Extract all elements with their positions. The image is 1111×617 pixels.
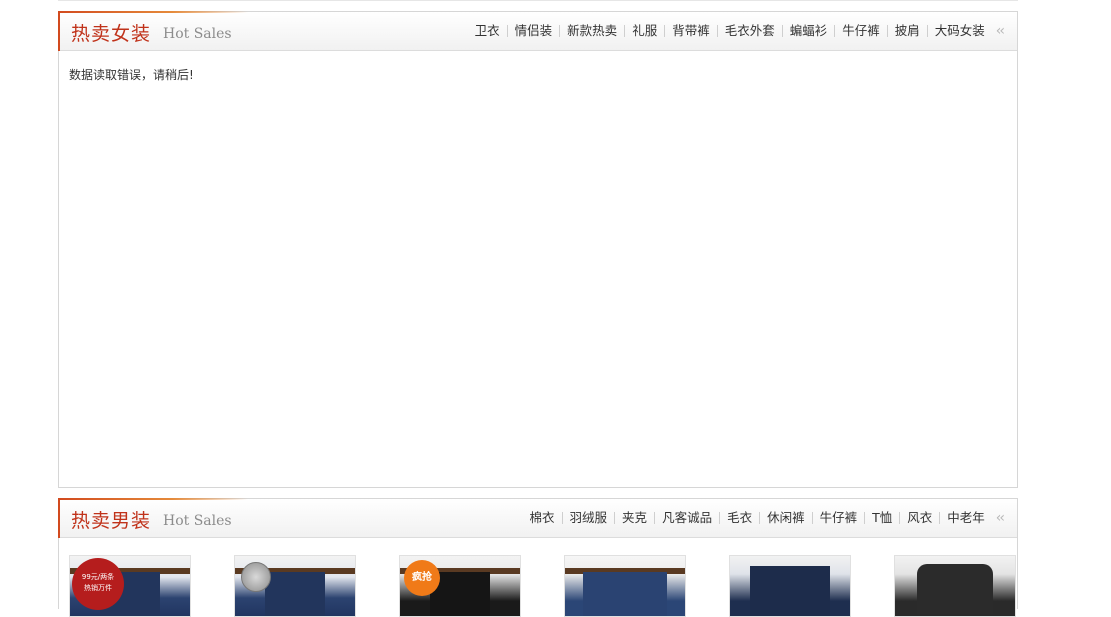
tab-separator [886,25,888,37]
tab-plus-size[interactable]: 大码女装 [930,23,990,39]
tab-separator [926,25,928,37]
panel-subtitle: Hot Sales [163,26,232,42]
header-accent-line [58,11,248,13]
tab-separator [506,25,508,37]
tab-jeans[interactable]: 牛仔裤 [837,23,885,39]
jeans-graphic [265,572,325,616]
tab-new-arrivals[interactable]: 新款热卖 [562,23,622,39]
product-thumbnail-jacket[interactable] [729,555,851,617]
promo-badge-line2: 热销万件 [84,584,112,592]
panel-subtitle: Hot Sales [163,513,232,529]
tab-separator [939,512,941,524]
double-chevron-left-icon[interactable]: ‹‹ [996,23,1005,39]
tab-hoodie[interactable]: 卫衣 [470,23,505,39]
header-accent-left [58,11,60,51]
tab-jacket[interactable]: 夹克 [617,510,652,526]
jacket-graphic [917,564,993,614]
tab-separator [759,512,761,524]
panel-title: 热卖男装 [71,510,152,532]
hot-sales-women-panel: 热卖女装 Hot Sales 卫衣 情侣装 新款热卖 礼服 背带裤 毛衣外套 蝙… [58,11,1018,488]
tab-separator [716,25,718,37]
category-tabs: 卫衣 情侣装 新款热卖 礼服 背带裤 毛衣外套 蝙蝠衫 牛仔裤 披肩 大码女装 … [470,23,1005,39]
tab-casual-pants[interactable]: 休闲裤 [762,510,810,526]
tab-sweater-coat[interactable]: 毛衣外套 [720,23,780,39]
promo-badge: 疯抢 [404,560,440,596]
tab-separator [654,512,656,524]
error-message: 数据读取错误，请稍后! [69,68,194,82]
tab-separator [834,25,836,37]
tab-vancl[interactable]: 凡客诚品 [657,510,717,526]
product-thumbnail-jeans[interactable]: 疯抢 [399,555,521,617]
tab-overalls[interactable]: 背带裤 [667,23,715,39]
product-thumbnail-jacket[interactable] [894,555,1016,617]
product-thumbnails: 99元/两条 热销万件 疯抢 [69,555,1059,617]
promo-badge: 99元/两条 热销万件 [72,558,124,610]
panel-title: 热卖女装 [71,23,152,45]
tab-separator [624,25,626,37]
button-icon [241,562,271,592]
tab-separator [664,25,666,37]
hot-sales-men-panel: 热卖男装 Hot Sales 棉衣 羽绒服 夹克 凡客诚品 毛衣 休闲裤 牛仔裤… [58,498,1018,617]
tab-shawl[interactable]: 披肩 [890,23,925,39]
tab-tshirt[interactable]: T恤 [867,510,897,526]
tab-cotton-coat[interactable]: 棉衣 [525,510,560,526]
tab-separator [899,512,901,524]
tab-jeans[interactable]: 牛仔裤 [815,510,863,526]
tab-separator [561,512,563,524]
tab-sweater[interactable]: 毛衣 [722,510,757,526]
tab-batwing-shirt[interactable]: 蝙蝠衫 [785,23,833,39]
tab-separator [614,512,616,524]
panel-header: 热卖男装 Hot Sales 棉衣 羽绒服 夹克 凡客诚品 毛衣 休闲裤 牛仔裤… [58,498,1017,538]
tab-separator [559,25,561,37]
tab-down-jacket[interactable]: 羽绒服 [565,510,613,526]
top-divider [58,0,1018,1]
promo-badge-line1: 99元/两条 [81,573,115,581]
tab-separator [811,512,813,524]
product-thumbnail-jeans[interactable] [234,555,356,617]
panel-header: 热卖女装 Hot Sales 卫衣 情侣装 新款热卖 礼服 背带裤 毛衣外套 蝙… [58,11,1017,51]
tab-separator [719,512,721,524]
jeans-graphic [583,572,667,616]
product-thumbnail-jeans[interactable]: 99元/两条 热销万件 [69,555,191,617]
tab-separator [781,25,783,37]
tab-middle-aged[interactable]: 中老年 [942,510,990,526]
tab-trench-coat[interactable]: 风衣 [902,510,937,526]
header-accent-line [58,498,248,500]
tab-separator [864,512,866,524]
product-thumbnail-jeans[interactable] [564,555,686,617]
tab-couple-wear[interactable]: 情侣装 [510,23,558,39]
category-tabs: 棉衣 羽绒服 夹克 凡客诚品 毛衣 休闲裤 牛仔裤 T恤 风衣 中老年 ‹‹ [525,510,1006,526]
double-chevron-left-icon[interactable]: ‹‹ [996,510,1005,526]
jacket-graphic [750,566,830,616]
header-accent-left [58,498,60,538]
tab-dress[interactable]: 礼服 [627,23,662,39]
